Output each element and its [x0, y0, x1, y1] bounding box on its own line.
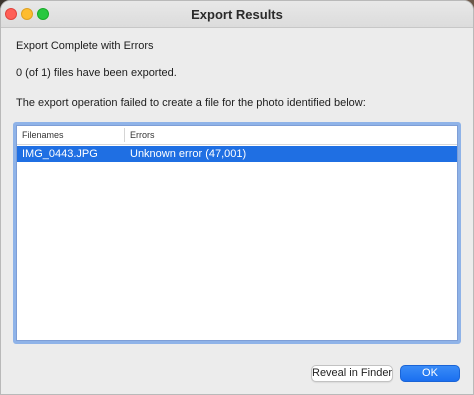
- column-header-filenames[interactable]: Filenames: [22, 130, 64, 140]
- reveal-in-finder-button[interactable]: Reveal in Finder: [311, 365, 393, 382]
- ok-button[interactable]: OK: [400, 365, 460, 382]
- cell-filename: IMG_0443.JPG: [22, 148, 98, 160]
- table-header: Filenames Errors: [17, 126, 457, 145]
- failure-detail-text: The export operation failed to create a …: [16, 97, 366, 109]
- export-count-text: 0 (of 1) files have been exported.: [16, 67, 177, 79]
- table-row[interactable]: IMG_0443.JPG Unknown error (47,001): [17, 146, 457, 162]
- errors-table[interactable]: Filenames Errors IMG_0443.JPG Unknown er…: [13, 122, 461, 344]
- status-heading: Export Complete with Errors: [16, 40, 154, 52]
- window-title: Export Results: [191, 7, 283, 22]
- errors-table-body[interactable]: Filenames Errors IMG_0443.JPG Unknown er…: [16, 125, 458, 341]
- title-bar[interactable]: Export Results: [1, 1, 473, 28]
- column-divider: [124, 128, 125, 142]
- cell-error: Unknown error (47,001): [130, 148, 247, 160]
- export-results-dialog: Export Results Export Complete with Erro…: [0, 0, 474, 395]
- column-header-errors[interactable]: Errors: [130, 130, 155, 140]
